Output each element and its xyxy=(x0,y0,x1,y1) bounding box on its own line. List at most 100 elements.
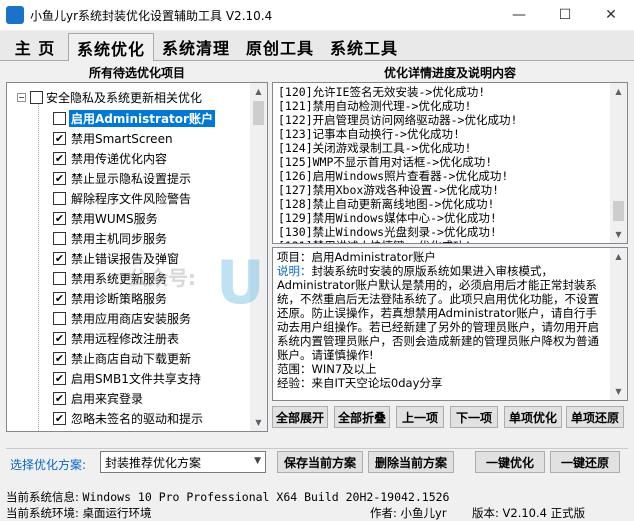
maximize-button[interactable]: ☐ xyxy=(542,0,588,30)
title-bar: 小鱼儿yr系统封装优化设置辅助工具 V2.10.4 — ☐ ✕ xyxy=(0,0,634,30)
scroll-down-icon[interactable]: ▼ xyxy=(250,414,267,431)
scroll-up-icon[interactable]: ▲ xyxy=(610,83,627,100)
item-checkbox[interactable]: ✔ xyxy=(53,411,66,425)
log-line: [128]禁止自动更新离线地图->优化成功! xyxy=(278,197,495,211)
tree-item[interactable]: ✔ 禁止商店自动下载更新 xyxy=(53,349,193,367)
item-checkbox[interactable]: ✔ xyxy=(53,251,66,265)
tree-item[interactable]: 解除程序文件风险警告 xyxy=(53,189,193,207)
item-checkbox[interactable]: ✔ xyxy=(53,131,66,145)
description-box[interactable]: 项目：启用Administrator账户 说明：封装系统时安装的原版系统如果进入… xyxy=(272,247,628,401)
tree-guide-line xyxy=(38,103,39,431)
tab-system-tools[interactable]: 系统工具 xyxy=(324,33,404,61)
tab-system-clean[interactable]: 系统清理 xyxy=(156,33,236,61)
tab-original-tools[interactable]: 原创工具 xyxy=(240,33,320,61)
plan-selected: 封装推荐优化方案 xyxy=(105,455,202,470)
item-checkbox[interactable]: ✔ xyxy=(53,211,66,225)
tree-item-label: 解除程序文件风险警告 xyxy=(71,191,192,206)
single-restore-button[interactable]: 单项还原 xyxy=(566,406,624,428)
save-plan-button[interactable]: 保存当前方案 xyxy=(277,451,363,473)
root-checkbox[interactable] xyxy=(30,91,43,104)
log-line: [130]禁止Windows光盘刻录->优化成功! xyxy=(278,225,497,239)
tree-root[interactable]: − 安全隐私及系统更新相关优化 xyxy=(17,89,202,106)
tree-item[interactable]: ✔ 启用来宾登录 xyxy=(53,389,145,407)
tree-item-label: 禁止商店自动下载更新 xyxy=(71,351,192,366)
one-click-restore-button[interactable]: 一键还原 xyxy=(550,451,620,473)
scroll-down-icon[interactable]: ▼ xyxy=(610,383,627,400)
app-icon xyxy=(6,6,24,24)
window-title: 小鱼儿yr系统封装优化设置辅助工具 V2.10.4 xyxy=(30,8,273,23)
collapse-all-button[interactable]: 全部折叠 xyxy=(334,406,390,428)
item-checkbox[interactable]: ✔ xyxy=(53,331,66,345)
progress-log[interactable]: [120]允许IE签名无效安装->优化成功! [121]禁用自动检测代理->优化成… xyxy=(272,82,628,244)
tree-item-label: 禁止显示隐私设置提示 xyxy=(71,171,192,186)
log-line: [121]禁用自动检测代理->优化成功! xyxy=(278,99,472,113)
scroll-up-icon[interactable]: ▲ xyxy=(250,83,267,100)
desc-explain-text: 封装系统时安装的原版系统如果进入审核模式，Administrator账户默认是禁… xyxy=(277,264,599,362)
tree-item[interactable]: 禁用主机同步服务 xyxy=(53,229,169,247)
item-checkbox[interactable]: ✔ xyxy=(53,291,66,305)
desc-scope: 范围：WIN7及以上 xyxy=(277,362,377,376)
log-line: [120]允许IE签名无效安装->优化成功! xyxy=(278,85,486,99)
scroll-up-icon[interactable]: ▲ xyxy=(610,248,627,265)
tree-item-label: 启用SMB1文件共享支持 xyxy=(71,371,201,386)
log-line: [129]禁用Windows媒体中心->优化成功! xyxy=(278,211,497,225)
next-item-button[interactable]: 下一项 xyxy=(450,406,498,428)
item-checkbox[interactable] xyxy=(53,111,66,125)
item-checkbox[interactable] xyxy=(53,231,66,245)
version-text: 版本: V2.10.4 正式版 xyxy=(472,506,586,520)
tree-item[interactable]: ✔ 禁用传递优化内容 xyxy=(53,149,169,167)
expand-all-button[interactable]: 全部展开 xyxy=(272,406,328,428)
tab-home[interactable]: 主 页 xyxy=(6,33,64,61)
tree-header: 所有待选优化项目 xyxy=(88,66,185,80)
delete-plan-button[interactable]: 删除当前方案 xyxy=(368,451,454,473)
log-scrollbar[interactable]: ▲ ▼ xyxy=(610,83,627,243)
tree-item[interactable]: ✔ 禁用WUMS服务 xyxy=(53,209,160,227)
tree-root-label: 安全隐私及系统更新相关优化 xyxy=(46,91,203,105)
one-click-optimize-button[interactable]: 一键优化 xyxy=(475,451,545,473)
item-checkbox[interactable]: ✔ xyxy=(53,391,66,405)
collapse-icon[interactable]: − xyxy=(17,93,26,102)
tree-item-label: 禁用WUMS服务 xyxy=(71,211,158,226)
log-line: [125]WMP不显示首用对话框->优化成功! xyxy=(278,155,493,169)
env-label: 当前系统环境: xyxy=(6,506,79,520)
log-line: [127]禁用Xbox游戏各种设置->优化成功! xyxy=(278,183,500,197)
item-checkbox[interactable]: ✔ xyxy=(53,171,66,185)
scroll-down-icon[interactable]: ▼ xyxy=(610,226,627,243)
tree-item[interactable]: ✔ 忽略未签名的驱动和提示 xyxy=(53,409,205,427)
tree-item-label: 忽略未签名的驱动和提示 xyxy=(71,411,204,426)
tree-item-label: 禁用远程修改注册表 xyxy=(71,331,180,346)
tree-item[interactable]: 启用Administrator账户 xyxy=(53,109,215,127)
scroll-thumb[interactable] xyxy=(253,101,264,125)
item-checkbox[interactable] xyxy=(53,311,66,325)
log-line: [122]开启管理员访问网络驱动器->优化成功! xyxy=(278,113,518,127)
watermark-text: 公众号: xyxy=(128,266,196,290)
item-checkbox[interactable] xyxy=(53,191,66,205)
tree-item[interactable]: ✔ 启用SMB1文件共享支持 xyxy=(53,369,203,387)
app-window: 小鱼儿yr系统封装优化设置辅助工具 V2.10.4 — ☐ ✕ 主 页 系统优化… xyxy=(0,0,634,521)
tab-system-optimize[interactable]: 系统优化 xyxy=(68,33,154,61)
tree-item-label: 禁用SmartScreen xyxy=(71,131,173,146)
desc-scrollbar[interactable]: ▲ ▼ xyxy=(610,248,627,400)
watermark: 公众号: U xyxy=(128,248,288,332)
desc-experience: 经验：来自IT天空论坛0day分享 xyxy=(277,376,443,390)
item-checkbox[interactable]: ✔ xyxy=(53,151,66,165)
item-checkbox[interactable]: ✔ xyxy=(53,351,66,365)
tab-bar: 主 页 系统优化 系统清理 原创工具 系统工具 xyxy=(0,31,634,61)
single-optimize-button[interactable]: 单项优化 xyxy=(504,406,562,428)
item-checkbox[interactable] xyxy=(53,271,66,285)
sysinfo-value: Windows 10 Pro Professional X64 Build 20… xyxy=(82,490,450,504)
tree-item[interactable]: ✔ 禁止显示隐私设置提示 xyxy=(53,169,193,187)
close-button[interactable]: ✕ xyxy=(588,0,634,30)
detail-header: 优化详情进度及说明内容 xyxy=(383,66,516,80)
tree-item-label: 禁用主机同步服务 xyxy=(71,231,168,246)
item-checkbox[interactable]: ✔ xyxy=(53,371,66,385)
scroll-thumb[interactable] xyxy=(613,201,624,221)
plan-label: 选择优化方案: xyxy=(10,458,87,472)
log-line: [124]关闭游戏录制工具->优化成功! xyxy=(278,141,472,155)
log-line: [123]记事本自动换行->优化成功! xyxy=(278,127,460,141)
minimize-button[interactable]: — xyxy=(496,0,542,30)
plan-select[interactable]: 封装推荐优化方案 ▼ xyxy=(100,451,266,473)
tree-item[interactable]: ✔ 禁用SmartScreen xyxy=(53,129,175,147)
prev-item-button[interactable]: 上一项 xyxy=(396,406,444,428)
chevron-down-icon[interactable]: ▼ xyxy=(254,456,261,466)
